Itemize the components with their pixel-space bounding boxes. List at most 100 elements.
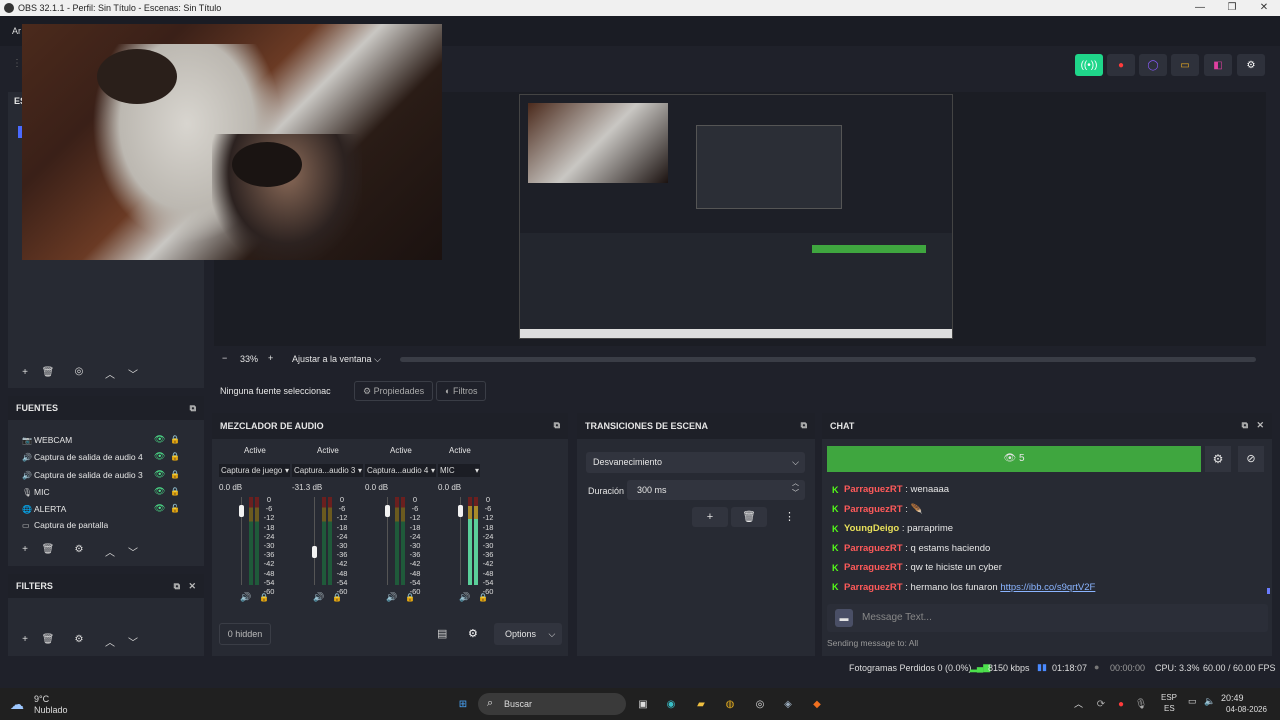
channel-source-select[interactable]: Captura...audio 3 ▾	[292, 464, 363, 477]
chrome-icon[interactable]: ◍	[721, 695, 739, 713]
tray-sync-icon[interactable]: ⟳	[1092, 695, 1110, 713]
lock-icon[interactable]: 🔒	[170, 435, 180, 444]
clock-time[interactable]: 20:49	[1221, 693, 1244, 703]
add-transition-button[interactable]: +	[692, 507, 728, 527]
tray-mic-icon[interactable]: 🎙	[1132, 695, 1150, 713]
dock-icon[interactable]: ⧉	[1242, 420, 1248, 431]
source-properties-icon[interactable]: ⚙	[71, 544, 87, 555]
chevron-up-icon[interactable]: ︿	[1074, 697, 1083, 710]
dock-icon[interactable]: ⧉	[190, 403, 196, 414]
remove-scene-icon[interactable]: 🗑	[40, 367, 56, 378]
chat-settings-button[interactable]: ⚙	[1205, 446, 1231, 472]
volume-icon[interactable]: 🔈	[1204, 696, 1215, 707]
source-up-icon[interactable]: ︿	[102, 544, 118, 559]
steam-icon[interactable]: ◈	[779, 695, 797, 713]
fit-to-window-select[interactable]: Ajustar a la ventana ⌵	[292, 354, 381, 365]
zoom-in-button[interactable]: +	[268, 353, 273, 363]
chat-username[interactable]: ParraguezRT	[844, 562, 903, 573]
mixer-settings-icon[interactable]: ⚙	[468, 627, 478, 640]
filter-down-icon[interactable]: ﹀	[125, 634, 141, 649]
move-down-icon[interactable]: ﹀	[125, 366, 141, 381]
filter-up-icon[interactable]: ︿	[102, 634, 118, 649]
mute-speaker-icon[interactable]: 🔊	[459, 592, 470, 603]
studio-mode-button[interactable]: ◧	[1204, 54, 1232, 76]
mute-speaker-icon[interactable]: 🔊	[240, 592, 251, 603]
remove-filter-icon[interactable]: 🗑	[40, 634, 56, 645]
chat-username[interactable]: ParraguezRT	[844, 543, 903, 554]
remove-source-icon[interactable]: 🗑	[40, 544, 56, 555]
search-box[interactable]: ⌕ Buscar	[478, 693, 626, 715]
tray-record-icon[interactable]: ●	[1112, 695, 1130, 713]
channel-lock-icon[interactable]: 🔒	[332, 593, 342, 602]
duration-input[interactable]: 300 ms ︿ ﹀	[627, 480, 805, 500]
network-icon[interactable]: ▭	[1188, 696, 1197, 707]
taskview-icon[interactable]: ▣	[634, 695, 652, 713]
close-button[interactable]: ✕	[1248, 0, 1280, 16]
unlock-icon[interactable]: 🔓	[170, 504, 180, 513]
visibility-eye-icon[interactable]: 👁	[154, 469, 165, 480]
record-button[interactable]: ●	[1107, 54, 1135, 76]
chat-link[interactable]: https://ibb.co/s9qrtV2F	[1000, 582, 1095, 593]
mute-speaker-icon[interactable]: 🔊	[313, 592, 324, 603]
lang-top[interactable]: ESP	[1161, 693, 1177, 702]
lock-icon[interactable]: 🔒	[170, 452, 180, 461]
settings-button[interactable]: ⚙	[1237, 54, 1265, 76]
broadcast-button[interactable]: ((•))	[1075, 54, 1103, 76]
chat-username[interactable]: YoungDeigo	[844, 523, 899, 534]
channel-lock-icon[interactable]: 🔒	[259, 593, 269, 602]
canvas-scrollbar[interactable]	[400, 357, 1256, 362]
more-options-icon[interactable]: ⋮	[784, 510, 795, 523]
folder-icon[interactable]: ▰	[692, 695, 710, 713]
chat-username[interactable]: ParraguezRT	[844, 484, 903, 495]
volume-fader[interactable]	[385, 504, 390, 517]
replay-buffer-button[interactable]: ◯	[1139, 54, 1167, 76]
chat-popout-button[interactable]: ⊘	[1238, 446, 1264, 472]
source-item-screen[interactable]: ▭ Captura de pantalla	[22, 521, 108, 529]
source-item-webcam[interactable]: 📷 WEBCAM	[22, 435, 72, 445]
volume-fader[interactable]	[239, 504, 244, 517]
channel-source-select[interactable]: MIC ▾	[438, 464, 480, 477]
source-item-mic[interactable]: 🎙 MIC	[22, 487, 50, 497]
chat-input[interactable]: ▬ Message Text...	[827, 604, 1268, 632]
dock-icon[interactable]: ⧉	[174, 581, 180, 592]
source-down-icon[interactable]: ﹀	[125, 544, 141, 559]
source-item-audio3[interactable]: 🔊 Captura de salida de audio 3	[22, 470, 143, 480]
channel-source-select[interactable]: Captura de juego ▾	[219, 464, 290, 477]
edge-icon[interactable]: ◉	[662, 695, 680, 713]
virtual-camera-button[interactable]: ▭	[1171, 54, 1199, 76]
volume-fader[interactable]	[458, 504, 463, 517]
maximize-button[interactable]: ❐	[1216, 0, 1248, 16]
lock-icon[interactable]: 🔒	[170, 487, 180, 496]
close-icon[interactable]: ✕	[188, 581, 196, 592]
zoom-out-button[interactable]: −	[222, 353, 227, 363]
chat-scrollbar[interactable]	[1267, 588, 1270, 594]
visibility-eye-icon[interactable]: 👁	[154, 486, 165, 497]
move-up-icon[interactable]: ︿	[102, 366, 118, 381]
visibility-eye-icon[interactable]: 👁	[154, 451, 165, 462]
dock-icon[interactable]: ⧉	[554, 420, 560, 431]
lock-icon[interactable]: 🔒	[170, 470, 180, 479]
properties-button[interactable]: ⚙ Propiedades	[354, 381, 434, 401]
transition-select[interactable]: Desvanecimiento ⌵	[586, 452, 805, 473]
remove-transition-button[interactable]: 🗑	[731, 507, 767, 527]
stepper-icon[interactable]: ︿ ﹀	[792, 479, 799, 499]
start-button[interactable]: ⊞	[454, 695, 472, 713]
dock-icon[interactable]: ⧉	[801, 420, 807, 431]
chat-username[interactable]: ParraguezRT	[844, 504, 903, 515]
filter-settings-icon[interactable]: ⚙	[71, 634, 87, 645]
chat-username[interactable]: ParraguezRT	[844, 582, 903, 593]
add-source-button[interactable]: +	[17, 544, 33, 555]
add-filter-button[interactable]: +	[17, 634, 33, 645]
close-icon[interactable]: ✕	[1256, 420, 1264, 431]
channel-lock-icon[interactable]: 🔒	[405, 593, 415, 602]
channel-lock-icon[interactable]: 🔒	[478, 593, 488, 602]
channel-source-select[interactable]: Captura...audio 4 ▾	[365, 464, 436, 477]
source-item-audio4[interactable]: 🔊 Captura de salida de audio 4	[22, 452, 143, 462]
mute-speaker-icon[interactable]: 🔊	[386, 592, 397, 603]
add-scene-button[interactable]: +	[17, 367, 33, 378]
minimize-button[interactable]: —	[1184, 0, 1216, 16]
volume-fader-track[interactable]	[314, 497, 315, 585]
obs-taskbar-icon[interactable]: ◎	[751, 695, 769, 713]
mixer-layout-icon[interactable]: ▤	[437, 627, 447, 640]
scene-filter-icon[interactable]: ◎	[71, 366, 87, 377]
